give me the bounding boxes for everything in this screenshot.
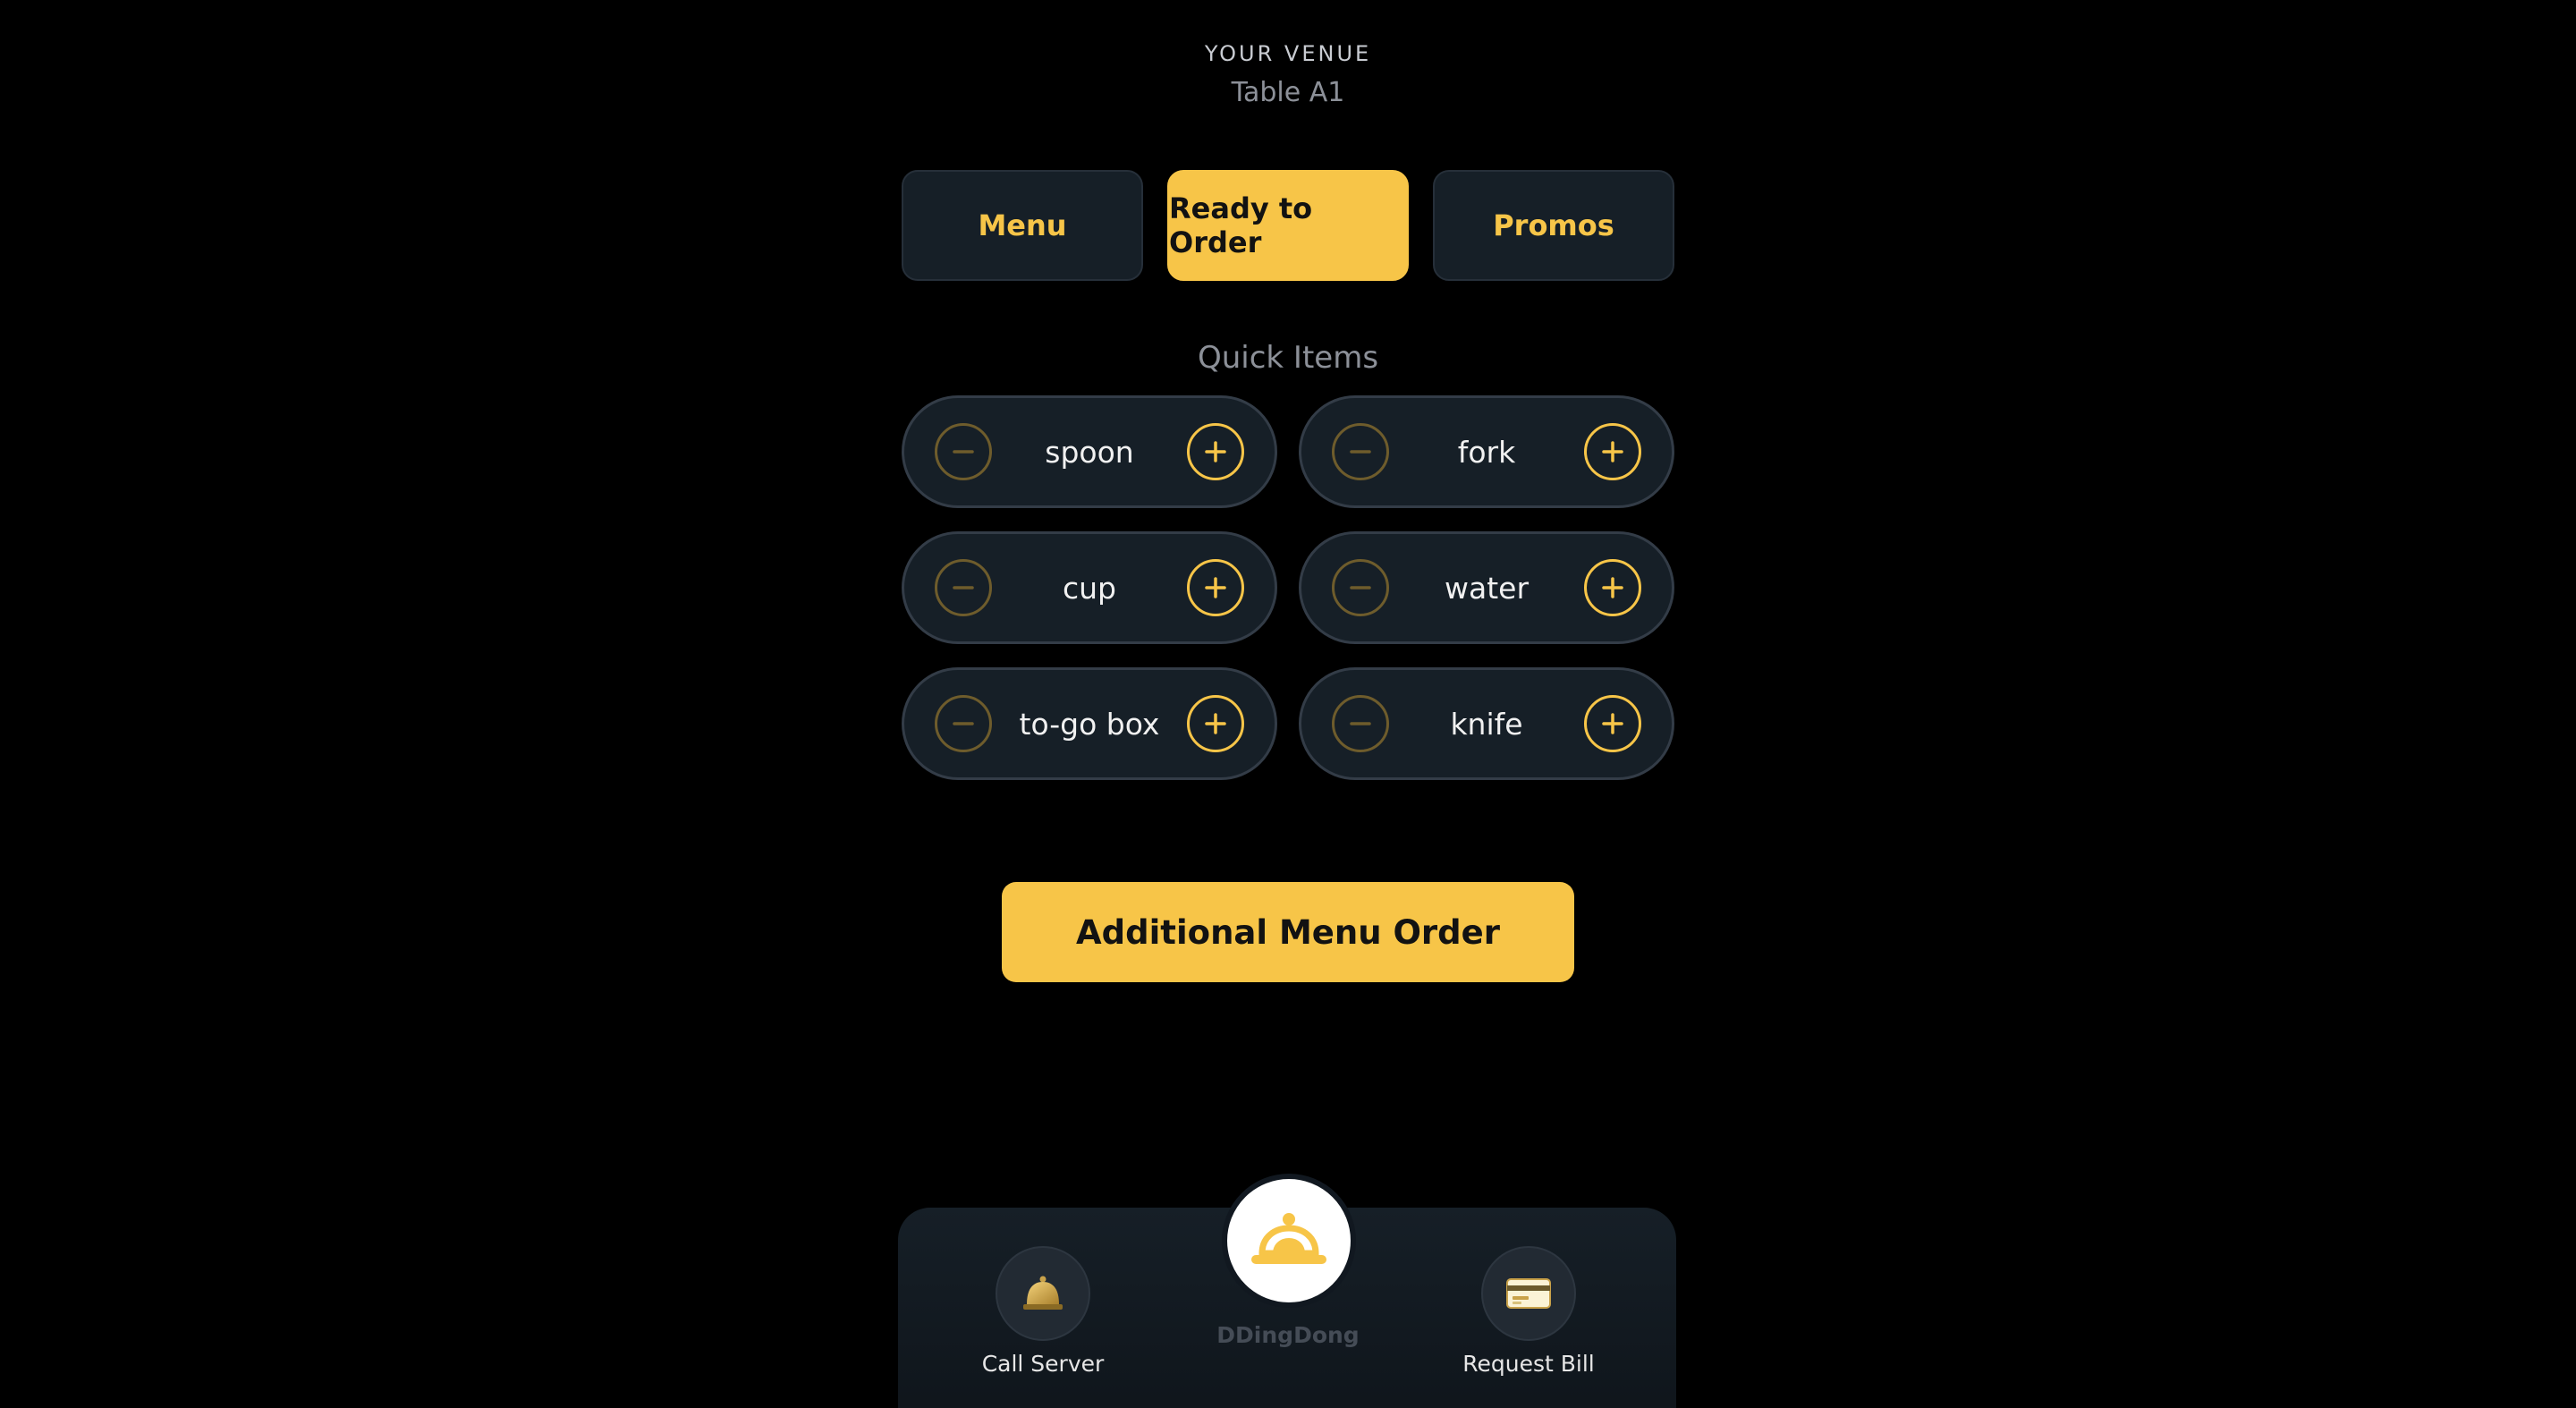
decrement-button[interactable] (935, 423, 992, 480)
increment-button[interactable] (1584, 695, 1641, 752)
increment-button[interactable] (1584, 423, 1641, 480)
plus-icon (1602, 713, 1623, 734)
plus-icon (1205, 713, 1226, 734)
ddingdong-button[interactable] (1222, 1174, 1356, 1308)
minus-icon (953, 722, 974, 725)
decrement-button[interactable] (1332, 695, 1389, 752)
bell-icon (1023, 1276, 1063, 1310)
decrement-button[interactable] (935, 559, 992, 616)
decrement-button[interactable] (935, 695, 992, 752)
tab-bar: Menu Ready to Order Promos (902, 170, 1674, 281)
plus-icon (1205, 441, 1226, 462)
quick-item-label: cup (1062, 570, 1116, 606)
quick-item-label: spoon (1045, 434, 1134, 470)
credit-card-icon (1506, 1278, 1551, 1309)
increment-button[interactable] (1584, 559, 1641, 616)
ddingdong-label: DDingDong (1216, 1322, 1360, 1348)
tab-menu[interactable]: Menu (902, 170, 1143, 281)
decrement-button[interactable] (1332, 559, 1389, 616)
plus-icon (1205, 577, 1226, 598)
call-server-label: Call Server (981, 1351, 1105, 1377)
increment-button[interactable] (1187, 423, 1244, 480)
app-screen: YOUR VENUE Table A1 Menu Ready to Order … (0, 0, 2576, 1408)
quick-item-to-go-box: to-go box (902, 667, 1277, 780)
request-bill-button[interactable] (1481, 1246, 1576, 1341)
quick-item-knife: knife (1299, 667, 1674, 780)
table-label: Table A1 (1231, 77, 1345, 108)
quick-item-label: fork (1457, 434, 1516, 470)
venue-name: YOUR VENUE (1204, 41, 1372, 66)
additional-menu-order-button[interactable]: Additional Menu Order (1002, 882, 1574, 982)
minus-icon (953, 450, 974, 454)
quick-item-label: knife (1450, 706, 1523, 742)
tab-ready-to-order[interactable]: Ready to Order (1167, 170, 1409, 281)
plus-icon (1602, 577, 1623, 598)
plus-icon (1602, 441, 1623, 462)
increment-button[interactable] (1187, 695, 1244, 752)
quick-items-title: Quick Items (1197, 340, 1379, 376)
request-bill-label: Request Bill (1462, 1351, 1595, 1377)
quick-item-spoon: spoon (902, 395, 1277, 508)
minus-icon (953, 586, 974, 589)
quick-item-label: to-go box (1019, 706, 1160, 742)
quick-item-cup: cup (902, 531, 1277, 644)
decrement-button[interactable] (1332, 423, 1389, 480)
call-server-button[interactable] (996, 1246, 1090, 1341)
minus-icon (1350, 722, 1371, 725)
quick-item-fork: fork (1299, 395, 1674, 508)
tab-promos[interactable]: Promos (1433, 170, 1674, 281)
service-dome-icon (1251, 1213, 1326, 1264)
minus-icon (1350, 450, 1371, 454)
quick-item-water: water (1299, 531, 1674, 644)
minus-icon (1350, 586, 1371, 589)
quick-item-label: water (1444, 570, 1530, 606)
increment-button[interactable] (1187, 559, 1244, 616)
